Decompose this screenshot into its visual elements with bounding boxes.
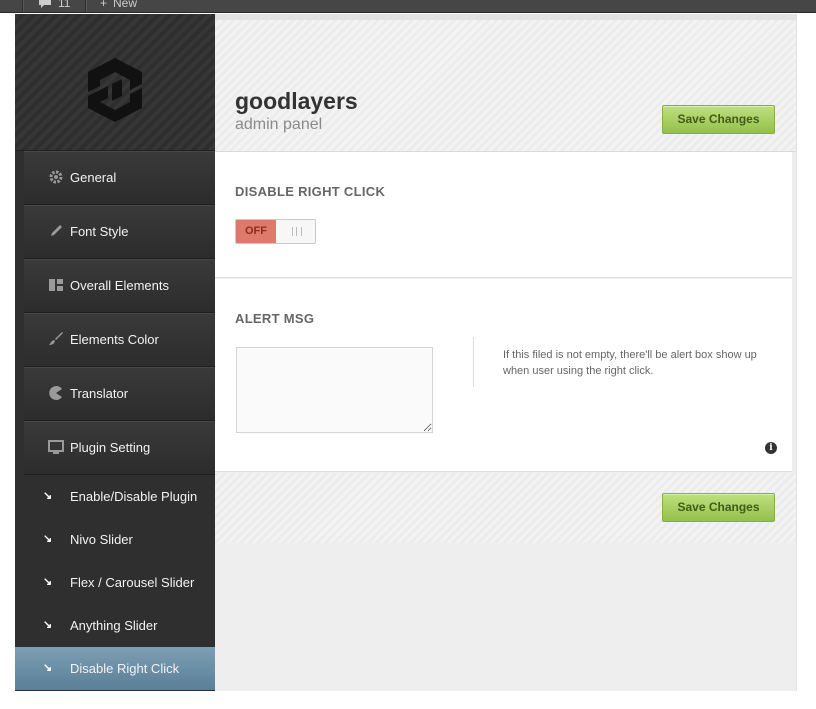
submenu-item-enable-disable-plugin[interactable]: ↘ Enable/Disable Plugin	[15, 475, 215, 518]
arrow-down-right-icon: ↘	[43, 662, 53, 674]
submenu-item-label: Disable Right Click	[70, 661, 180, 676]
sidebar-item-general[interactable]: General	[24, 151, 215, 205]
footer-area: Save Changes	[215, 473, 796, 543]
submenu-item-flex-carousel-slider[interactable]: ↘ Flex / Carousel Slider	[15, 561, 215, 604]
panel-header: goodlayers admin panel Save Changes	[215, 20, 796, 152]
sidebar-item-label: Elements Color	[70, 332, 159, 347]
arrow-down-right-icon: ↘	[43, 533, 53, 545]
toggle-grip-icon	[292, 227, 302, 236]
submenu-item-disable-right-click[interactable]: ↘ Disable Right Click	[15, 647, 216, 690]
admin-bar-divider	[85, 0, 86, 12]
plugin-submenu: ↘ Enable/Disable Plugin ↘ Nivo Slider ↘ …	[15, 475, 216, 690]
sidebar-item-plugin-setting[interactable]: Plugin Setting	[24, 421, 215, 475]
goodlayers-logo-icon	[88, 58, 142, 122]
plus-icon: +	[100, 0, 108, 10]
sidebar-item-label: Translator	[70, 386, 129, 401]
sidebar-item-label: General	[70, 170, 117, 185]
arrow-down-right-icon: ↘	[43, 619, 53, 631]
section-title: ALERT MSG	[235, 311, 315, 326]
submenu-item-label: Nivo Slider	[70, 532, 133, 547]
admin-bar-divider	[22, 0, 23, 12]
section-disable-right-click: DISABLE RIGHT CLICK OFF	[215, 152, 792, 278]
pacman-icon	[49, 386, 62, 400]
main-content: goodlayers admin panel Save Changes DISA…	[215, 14, 796, 691]
arrow-down-right-icon: ↘	[43, 490, 53, 502]
monitor-icon	[48, 440, 64, 454]
layout-icon	[49, 279, 63, 291]
save-changes-button-bottom[interactable]: Save Changes	[662, 493, 775, 522]
submenu-item-anything-slider[interactable]: ↘ Anything Slider	[15, 604, 215, 647]
arrow-down-right-icon: ↘	[43, 576, 53, 588]
sidebar-item-label: Plugin Setting	[70, 440, 151, 455]
comments-link[interactable]: 11	[38, 0, 70, 11]
submenu-item-label: Anything Slider	[70, 618, 158, 633]
admin-panel: General Font Style Overall Elements Elem…	[15, 14, 797, 691]
new-label: New	[113, 0, 138, 10]
sidebar-item-elements-color[interactable]: Elements Color	[24, 313, 215, 367]
sidebar-nav: General Font Style Overall Elements Elem…	[15, 151, 215, 475]
new-link[interactable]: + New	[100, 0, 137, 11]
sidebar: General Font Style Overall Elements Elem…	[15, 14, 216, 691]
pencil-icon	[51, 225, 62, 236]
info-icon[interactable]: i	[765, 442, 777, 454]
comments-count: 11	[58, 0, 71, 10]
brush-icon	[49, 332, 63, 345]
submenu-item-nivo-slider[interactable]: ↘ Nivo Slider	[15, 518, 215, 561]
submenu-item-label: Flex / Carousel Slider	[70, 575, 195, 590]
gear-icon	[49, 170, 63, 184]
sidebar-item-translator[interactable]: Translator	[24, 367, 215, 421]
sidebar-item-label: Font Style	[70, 224, 129, 239]
comment-bubble-icon	[39, 0, 51, 8]
logo-area	[15, 14, 215, 151]
alert-message-textarea[interactable]	[236, 347, 433, 433]
divider	[473, 337, 474, 387]
page-subtitle: admin panel	[235, 116, 323, 133]
submenu-item-label: Enable/Disable Plugin	[70, 489, 198, 504]
admin-bar: 11 + New	[0, 0, 816, 13]
save-changes-button[interactable]: Save Changes	[662, 105, 775, 134]
disable-right-click-toggle[interactable]: OFF	[235, 219, 316, 244]
page-title: goodlayers	[235, 88, 358, 114]
sidebar-item-overall-elements[interactable]: Overall Elements	[24, 259, 215, 313]
toggle-state-label: OFF	[236, 220, 276, 243]
sidebar-item-label: Overall Elements	[70, 278, 169, 293]
section-alert-msg: ALERT MSG If this filed is not empty, th…	[215, 279, 792, 472]
sidebar-item-font-style[interactable]: Font Style	[24, 205, 215, 259]
section-title: DISABLE RIGHT CLICK	[235, 184, 386, 199]
field-description: If this filed is not empty, there'll be …	[503, 349, 757, 377]
